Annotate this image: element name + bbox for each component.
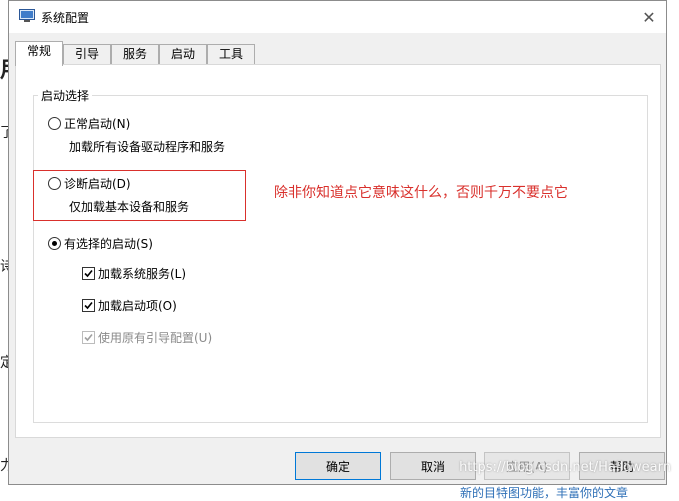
checkmark-icon [84, 333, 93, 342]
system-config-dialog: 系统配置 ✕ 常规 引导 服务 启动 工具 启动选择 正常启动(N) 加载所有设… [8, 0, 667, 485]
selective-startup-label[interactable]: 有选择的启动(S) [64, 235, 153, 252]
background-bottom-text: 新的目特图功能，丰富你的文章 [460, 486, 629, 500]
tab-startup[interactable]: 启动 [159, 44, 207, 64]
load-system-services-checkbox[interactable] [82, 267, 95, 280]
normal-startup-radio[interactable] [48, 117, 61, 130]
ok-button[interactable]: 确定 [295, 452, 381, 480]
system-config-app-icon [19, 9, 35, 22]
tab-tools[interactable]: 工具 [207, 44, 255, 64]
tab-general[interactable]: 常规 [15, 41, 63, 66]
load-startup-items-label[interactable]: 加载启动项(O) [98, 297, 177, 314]
checkmark-icon [84, 301, 93, 310]
load-startup-items-checkbox[interactable] [82, 299, 95, 312]
tab-boot[interactable]: 引导 [63, 44, 111, 64]
use-original-boot-config-checkbox [82, 331, 95, 344]
radio-selected-dot [52, 241, 57, 246]
selective-startup-radio[interactable] [48, 237, 61, 250]
watermark-url: https://blog.csdn.net/Hallowearn [459, 460, 671, 475]
close-button[interactable]: ✕ [632, 1, 666, 33]
normal-startup-description: 加载所有设备驱动程序和服务 [69, 140, 226, 154]
load-system-services-label[interactable]: 加载系统服务(L) [98, 265, 186, 282]
tab-services[interactable]: 服务 [111, 44, 159, 64]
annotation-highlight-box [33, 170, 246, 221]
checkmark-icon [84, 269, 93, 278]
annotation-warning-text: 除非你知道点它意味这什么，否则千万不要点它 [274, 185, 568, 201]
close-icon: ✕ [642, 7, 656, 27]
general-tab-panel: 启动选择 正常启动(N) 加载所有设备驱动程序和服务 诊断启动(D) 仅加载基本… [15, 64, 661, 438]
group-label: 启动选择 [38, 87, 93, 104]
background-page-right [667, 0, 679, 497]
window-title: 系统配置 [41, 11, 90, 25]
title-bar[interactable]: 系统配置 ✕ [9, 1, 666, 33]
normal-startup-label[interactable]: 正常启动(N) [64, 115, 130, 132]
use-original-boot-config-label: 使用原有引导配置(U) [98, 331, 213, 345]
